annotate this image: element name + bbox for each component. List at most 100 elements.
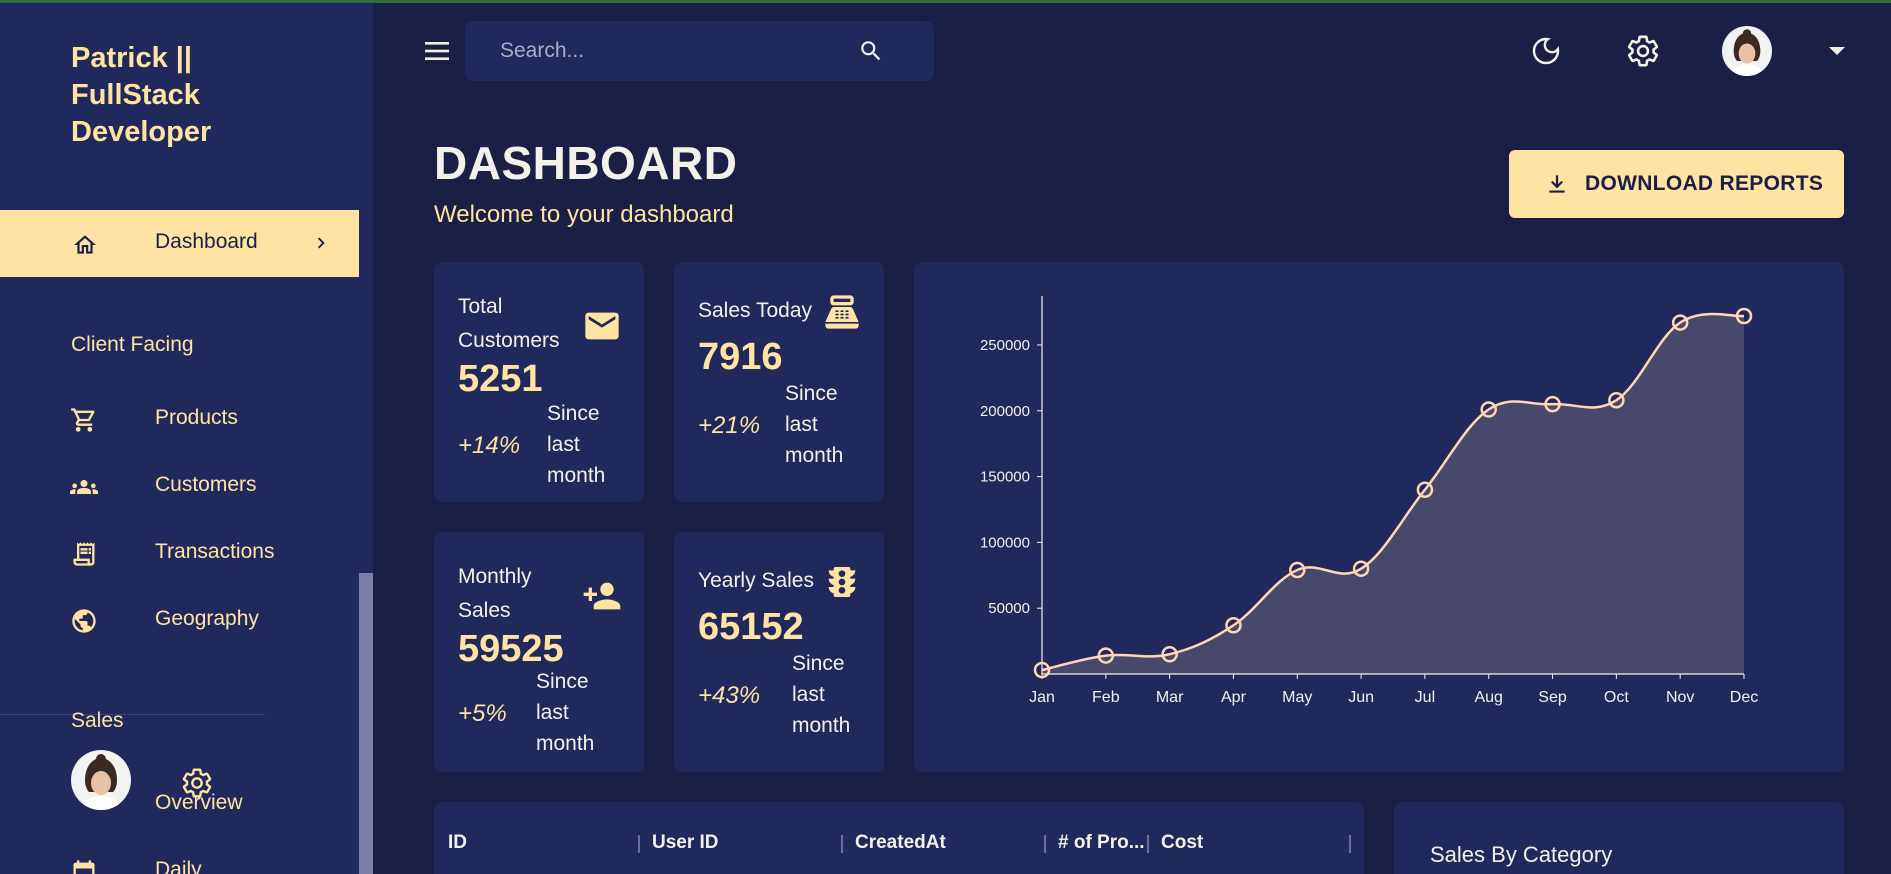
avatar-icon [71, 750, 131, 810]
column-header-products[interactable]: # of Pro... [1058, 832, 1145, 854]
stat-value: 59525 [458, 628, 564, 670]
sidebar-item-overview[interactable]: Overview [0, 779, 359, 829]
sidebar-item-customers[interactable]: Customers [0, 461, 359, 511]
sidebar-divider [0, 714, 265, 715]
chevron-right-icon [317, 237, 325, 249]
sidebar-item-geography[interactable]: Geography [0, 595, 359, 645]
stat-since: Since last month [536, 670, 595, 755]
stat-value: 5251 [458, 358, 543, 400]
sidebar-scrollbar[interactable] [359, 573, 373, 874]
column-header-user-id[interactable]: User ID [652, 832, 719, 854]
sidebar-item-transactions[interactable]: Transactions [0, 528, 359, 578]
sales-by-category-panel: Sales By Category [1394, 802, 1844, 874]
brand-title: Patrick || FullStack Developer [71, 42, 212, 148]
point-of-sale-icon [825, 295, 859, 329]
stat-since: Since last month [792, 652, 851, 737]
stat-card-sales-today: Sales Today 7916 +21% Since last month [674, 262, 884, 502]
x-tick-label: Apr [1221, 689, 1247, 706]
user-avatar[interactable] [1722, 26, 1772, 76]
top-accent-line [0, 0, 1891, 3]
y-tick-label: 250000 [980, 337, 1030, 354]
y-tick-label: 100000 [980, 534, 1030, 551]
sidebar-item-products[interactable]: Products [0, 394, 359, 444]
sidebar-user-avatar[interactable] [71, 750, 131, 810]
stat-change: +14% [458, 432, 521, 459]
transactions-table: ID User ID CreatedAt # of Pro... Cost [434, 802, 1364, 874]
sidebar-item-daily[interactable]: Daily [0, 846, 359, 874]
search-input[interactable] [465, 21, 865, 81]
x-tick-label: Jun [1348, 689, 1374, 706]
person-add-icon [583, 582, 621, 610]
avatar-icon [1722, 26, 1772, 76]
x-tick-label: Sep [1538, 689, 1567, 706]
menu-icon[interactable] [423, 39, 451, 63]
settings-icon[interactable] [1626, 34, 1660, 68]
stat-card-total-customers: Total Customers 5251 +14% Since last mon… [434, 262, 644, 502]
home-icon [74, 235, 96, 254]
sidebar-item-dashboard[interactable]: Dashboard [0, 210, 359, 277]
sales-line-chart[interactable]: 50000 100000 150000 200000 250000 Jan Feb Mar Ap… [914, 262, 1844, 772]
receipt-icon [73, 542, 95, 566]
sidebar-item-label: Products [155, 406, 238, 429]
traffic-icon [828, 567, 856, 597]
column-separator[interactable] [1147, 835, 1149, 853]
x-tick-label: Jan [1029, 689, 1055, 706]
y-tick-label: 150000 [980, 469, 1030, 486]
groups-icon [70, 480, 98, 494]
globe-icon [72, 609, 96, 633]
x-tick-label: Dec [1730, 689, 1758, 706]
x-tick-label: Aug [1474, 689, 1502, 706]
sidebar-item-label: Customers [155, 473, 257, 496]
dark-mode-icon[interactable] [1530, 35, 1562, 67]
sidebar-item-label: Daily [155, 858, 202, 874]
y-tick-label: 50000 [988, 600, 1030, 617]
stat-title: Monthly Sales [458, 565, 532, 622]
page-title: DASHBOARD [434, 137, 738, 189]
column-header-id[interactable]: ID [448, 832, 467, 854]
stat-title: Yearly Sales [698, 569, 814, 592]
sidebar-item-label: Geography [155, 607, 259, 630]
section-title-client-facing: Client Facing [71, 333, 194, 356]
stat-value: 7916 [698, 336, 783, 378]
stat-card-yearly-sales: Yearly Sales 65152 +43% Since last month [674, 532, 884, 772]
stat-title: Sales Today [698, 299, 813, 322]
sidebar: Patrick || FullStack Developer Dashboard… [0, 3, 373, 874]
calendar-icon [73, 860, 95, 874]
stat-change: +21% [698, 412, 761, 439]
sidebar-item-label: Transactions [155, 540, 275, 563]
download-reports-label: DOWNLOAD REPORTS [1585, 172, 1824, 195]
stat-change: +43% [698, 682, 761, 709]
stat-since: Since last month [785, 382, 844, 467]
search-bar [465, 21, 934, 81]
x-tick-label: Nov [1666, 689, 1694, 706]
sidebar-item-label: Dashboard [155, 230, 258, 253]
stat-title: Total Customers [458, 295, 560, 352]
column-separator[interactable] [1349, 835, 1351, 853]
download-reports-button[interactable]: DOWNLOAD REPORTS [1509, 150, 1844, 218]
stat-since: Since last month [547, 402, 606, 487]
x-tick-label: Feb [1092, 689, 1120, 706]
stat-card-monthly-sales: Monthly Sales 59525 +5% Since last month [434, 532, 644, 772]
page-subtitle: Welcome to your dashboard [434, 201, 734, 228]
x-tick-label: May [1282, 689, 1312, 706]
x-tick-label: Oct [1604, 689, 1629, 706]
chart-area-fill [1042, 313, 1744, 674]
stat-change: +5% [458, 700, 507, 727]
download-icon [1549, 175, 1565, 193]
dropdown-arrow-icon[interactable] [1827, 45, 1847, 57]
search-icon[interactable] [858, 38, 884, 64]
x-tick-label: Jul [1415, 689, 1435, 706]
y-tick-label: 200000 [980, 403, 1030, 420]
column-separator[interactable] [841, 835, 843, 853]
shopping-cart-icon [71, 408, 95, 432]
column-separator[interactable] [1044, 835, 1046, 853]
stat-value: 65152 [698, 606, 804, 648]
sales-chart-panel: 50000 100000 150000 200000 250000 Jan Feb Mar Ap… [914, 262, 1844, 772]
column-separator[interactable] [638, 835, 640, 853]
email-icon [585, 312, 619, 340]
sales-by-category-title: Sales By Category [1430, 842, 1613, 867]
column-header-created-at[interactable]: CreatedAt [855, 832, 946, 854]
sidebar-settings-icon[interactable] [181, 767, 213, 799]
column-header-cost[interactable]: Cost [1161, 832, 1203, 854]
section-title-sales: Sales [71, 709, 124, 732]
